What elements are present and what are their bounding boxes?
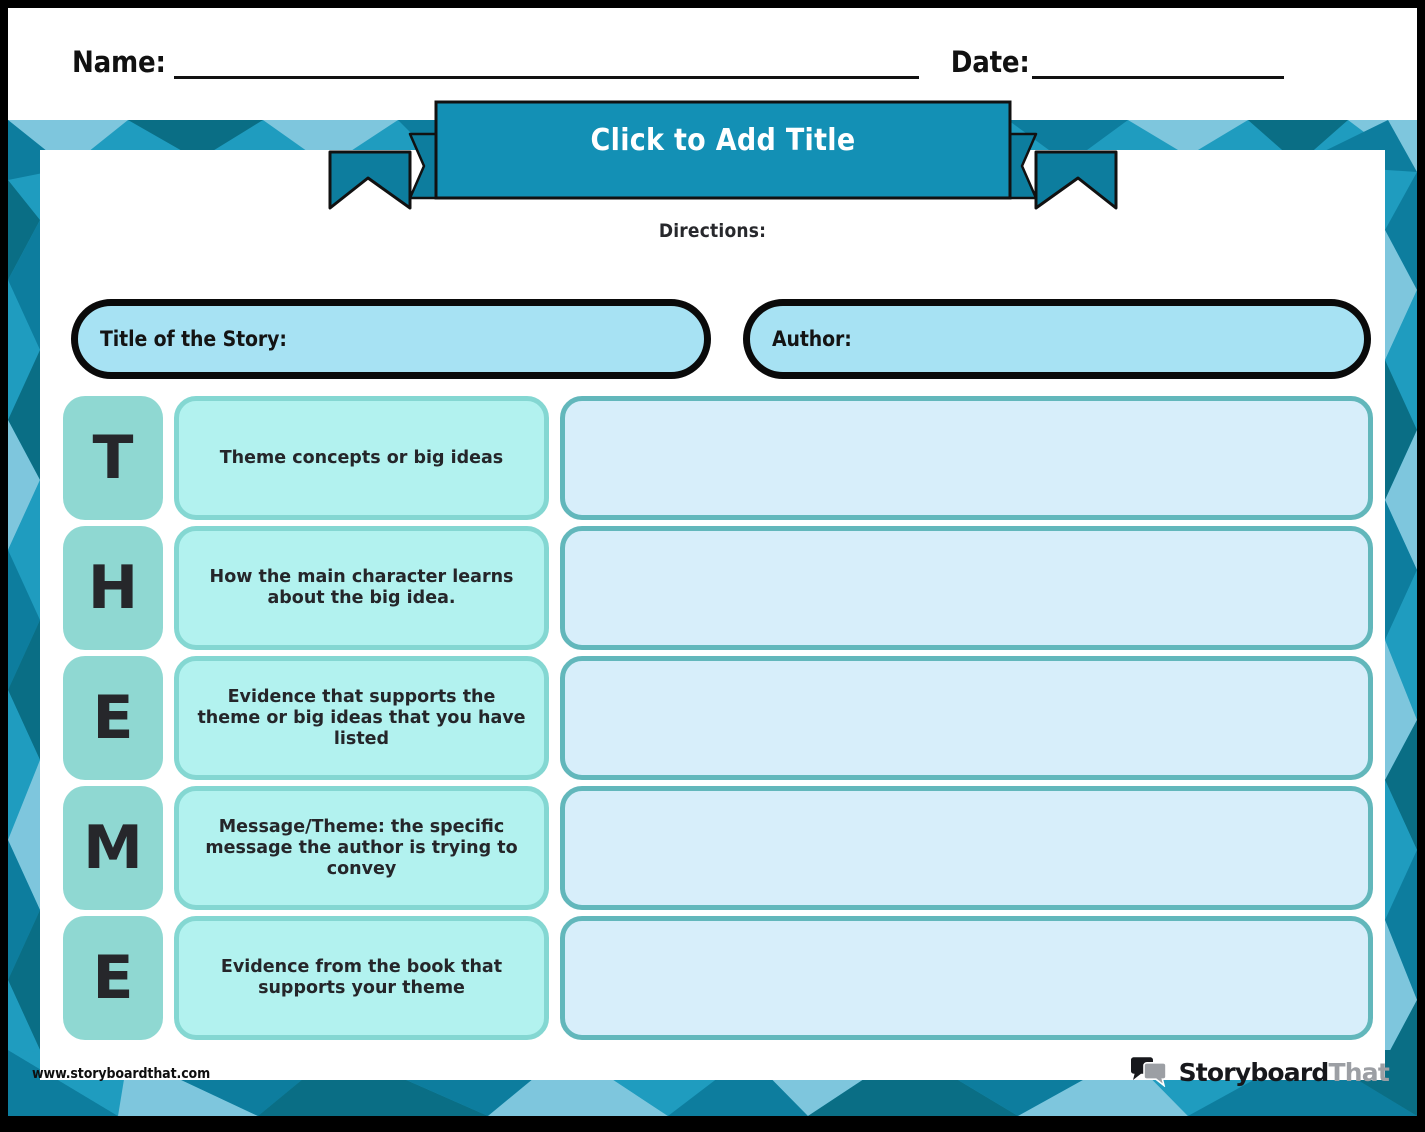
storyboardthat-logo[interactable]: StoryboardThat xyxy=(1129,1054,1390,1090)
letter-glyph: H xyxy=(87,553,139,623)
worksheet-page: Name: Date: Click to Add Title Direction… xyxy=(8,8,1417,1116)
prompt-text: Evidence from the book that supports you… xyxy=(220,957,503,998)
date-label: Date: xyxy=(950,45,1030,79)
letter-glyph: T xyxy=(92,423,134,493)
name-date-row: Name: Date: xyxy=(72,48,1292,79)
letter-tile: E xyxy=(63,916,163,1040)
prompt-text: Message/Theme: the specific message the … xyxy=(205,816,518,879)
prompt-box: Evidence from the book that supports you… xyxy=(174,916,549,1040)
site-url[interactable]: www.storyboardthat.com xyxy=(32,1066,210,1082)
logo-word-that: That xyxy=(1328,1057,1390,1087)
name-label: Name: xyxy=(72,45,166,79)
author-label: Author: xyxy=(772,327,852,351)
prompt-text: Theme concepts or big ideas xyxy=(219,447,504,468)
meta-row: Title of the Story: Author: xyxy=(71,299,1371,379)
logo-word-storyboard: Storyboard xyxy=(1178,1057,1330,1087)
table-row: M Message/Theme: the specific message th… xyxy=(63,786,1373,910)
directions-label: Directions: xyxy=(658,220,767,242)
letter-glyph: M xyxy=(83,813,143,883)
answer-box[interactable] xyxy=(560,786,1373,910)
table-row: T Theme concepts or big ideas xyxy=(63,396,1373,520)
author-field[interactable]: Author: xyxy=(743,299,1371,379)
acrostic-grid: T Theme concepts or big ideas H How the … xyxy=(63,396,1373,1040)
story-title-field[interactable]: Title of the Story: xyxy=(71,299,711,379)
letter-tile: M xyxy=(63,786,163,910)
story-title-label: Title of the Story: xyxy=(100,327,287,351)
table-row: E Evidence that supports the theme or bi… xyxy=(63,656,1373,780)
prompt-box: Theme concepts or big ideas xyxy=(174,396,549,520)
answer-box[interactable] xyxy=(560,396,1373,520)
answer-box[interactable] xyxy=(560,916,1373,1040)
answer-box[interactable] xyxy=(560,656,1373,780)
prompt-box: Message/Theme: the specific message the … xyxy=(174,786,549,910)
letter-glyph: E xyxy=(92,943,134,1013)
name-input-line[interactable] xyxy=(173,51,919,79)
letter-tile: E xyxy=(63,656,163,780)
date-input-line[interactable] xyxy=(1031,51,1284,79)
letter-tile: T xyxy=(63,396,163,520)
speech-bubble-icon xyxy=(1130,1057,1167,1087)
prompt-text: Evidence that supports the theme or big … xyxy=(197,686,526,749)
answer-box[interactable] xyxy=(560,526,1373,650)
prompt-box: Evidence that supports the theme or big … xyxy=(174,656,549,780)
prompt-text: How the main character learns about the … xyxy=(209,567,514,608)
title-banner[interactable]: Click to Add Title xyxy=(326,100,1120,210)
table-row: H How the main character learns about th… xyxy=(63,526,1373,650)
logo-wordmark: StoryboardThat xyxy=(1178,1057,1390,1087)
letter-glyph: E xyxy=(92,683,134,753)
prompt-box: How the main character learns about the … xyxy=(174,526,549,650)
letter-tile: H xyxy=(63,526,163,650)
table-row: E Evidence from the book that supports y… xyxy=(63,916,1373,1040)
